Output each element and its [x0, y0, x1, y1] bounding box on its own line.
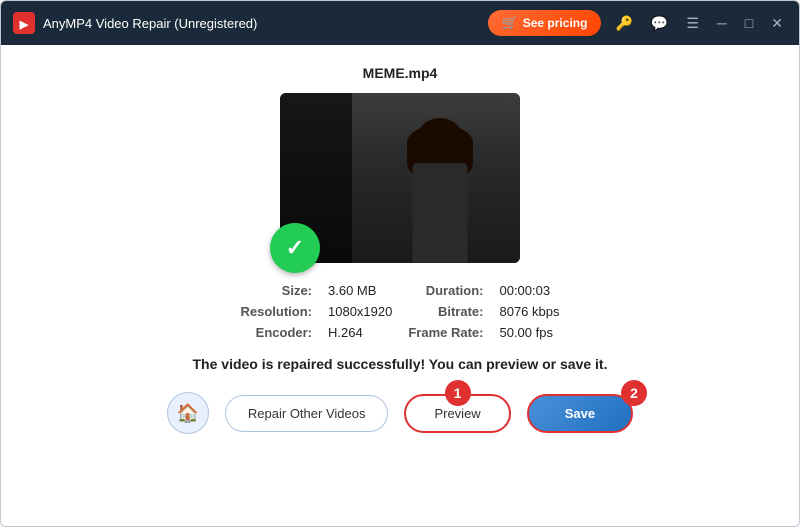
checkmark-icon: ✓ [286, 235, 304, 261]
badge-1: 1 [445, 380, 471, 406]
menu-icon[interactable]: ☰ [682, 13, 703, 34]
resolution-value: 1080x1920 [328, 304, 392, 319]
pricing-label: See pricing [523, 16, 588, 30]
encoder-label: Encoder: [241, 325, 313, 340]
save-button-wrapper: 2 Save [527, 394, 633, 433]
bitrate-value: 8076 kbps [499, 304, 559, 319]
home-icon: 🏠 [177, 403, 199, 424]
resolution-label: Resolution: [241, 304, 313, 319]
close-button[interactable]: ✕ [767, 13, 787, 34]
person-hair [415, 118, 465, 168]
size-value: 3.60 MB [328, 283, 392, 298]
repair-other-button[interactable]: Repair Other Videos [225, 395, 389, 432]
main-content: MEME.mp4 ✓ Size: 3.60 MB Duration: 0 [1, 45, 799, 526]
see-pricing-button[interactable]: 🛒 See pricing [488, 10, 602, 36]
chat-icon[interactable]: 💬 [647, 13, 672, 34]
titlebar: ▶ AnyMP4 Video Repair (Unregistered) 🛒 S… [1, 1, 799, 45]
minimize-button[interactable]: ─ [713, 13, 731, 33]
key-icon[interactable]: 🔑 [611, 13, 636, 34]
cart-icon: 🛒 [502, 15, 518, 31]
save-button[interactable]: Save [527, 394, 633, 433]
duration-value: 00:00:03 [499, 283, 559, 298]
video-filename: MEME.mp4 [363, 65, 438, 81]
home-button[interactable]: 🏠 [167, 392, 209, 434]
maximize-button[interactable]: □ [741, 13, 757, 33]
thumbnail-container: ✓ [280, 93, 520, 263]
encoder-value: H.264 [328, 325, 392, 340]
main-window: ▶ AnyMP4 Video Repair (Unregistered) 🛒 S… [0, 0, 800, 527]
success-checkmark-badge: ✓ [270, 223, 320, 273]
status-message: The video is repaired successfully! You … [193, 356, 608, 372]
action-buttons: 🏠 Repair Other Videos 1 Preview 2 Save [167, 392, 633, 434]
app-title: AnyMP4 Video Repair (Unregistered) [43, 16, 488, 31]
badge-2: 2 [621, 380, 647, 406]
svg-text:▶: ▶ [19, 19, 29, 31]
bitrate-label: Bitrate: [408, 304, 483, 319]
duration-label: Duration: [408, 283, 483, 298]
person-silhouette [390, 118, 490, 263]
preview-button-wrapper: 1 Preview [404, 394, 510, 433]
video-info-grid: Size: 3.60 MB Duration: 00:00:03 Resolut… [241, 283, 560, 340]
size-label: Size: [241, 283, 313, 298]
person-body [413, 163, 468, 263]
framerate-label: Frame Rate: [408, 325, 483, 340]
app-logo: ▶ [13, 12, 35, 34]
titlebar-actions: 🛒 See pricing 🔑 💬 ☰ ─ □ ✕ [488, 10, 787, 36]
framerate-value: 50.00 fps [499, 325, 559, 340]
